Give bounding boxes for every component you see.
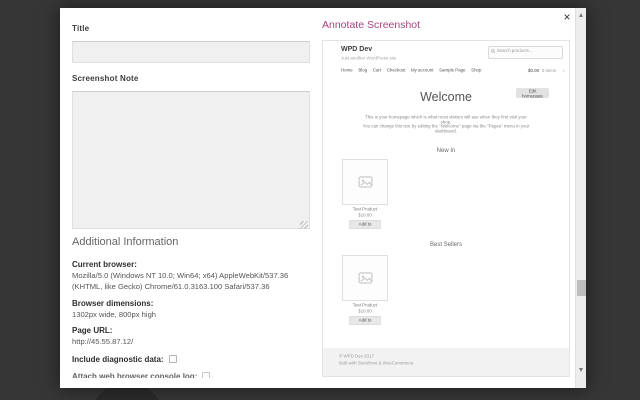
image-placeholder-icon	[357, 272, 373, 284]
scroll-down-icon[interactable]	[579, 368, 583, 372]
diagnostic-data-row: Include diagnostic data:	[72, 355, 177, 364]
preview-add-to-cart-label: Add to cart	[358, 318, 372, 324]
preview-welcome-heading: Welcome	[420, 90, 472, 104]
title-input[interactable]	[72, 41, 310, 63]
preview-section-new-in-heading: New In	[436, 148, 456, 154]
additional-information-heading: Additional Information	[72, 236, 179, 248]
preview-cart-summary: $0.00 0 items	[528, 68, 565, 74]
preview-product-card	[342, 255, 388, 301]
preview-cart-count: 0 items	[541, 68, 557, 74]
page-url-label: Page URL:	[72, 326, 113, 335]
browser-dimensions-label: Browser dimensions:	[72, 299, 154, 308]
preview-product-card	[342, 159, 388, 205]
preview-nav-checkout: Checkout	[386, 68, 406, 73]
note-label: Screenshot Note	[72, 74, 139, 83]
preview-search-placeholder: Search products…	[496, 48, 534, 54]
console-log-label: Attach web browser console log:	[72, 372, 198, 378]
preview-nav-menu: Home Blog Cart Checkout My account Sampl…	[341, 68, 481, 73]
console-log-row: Attach web browser console log:	[72, 372, 211, 378]
screenshot-preview-canvas[interactable]: WPD Dev Just another WordPress site Sear…	[322, 40, 570, 377]
preview-nav-my-account: My account	[410, 68, 434, 73]
preview-product-name: Test Product	[352, 207, 378, 212]
close-icon[interactable]: ×	[560, 10, 574, 24]
console-log-checkbox[interactable]	[202, 372, 211, 378]
preview-section-best-sellers-heading: Best Sellers	[429, 242, 462, 248]
preview-footer: © WPD Dev 2017 Built with Storefront & W…	[323, 348, 569, 376]
current-browser-label: Current browser:	[72, 260, 137, 269]
search-icon	[491, 48, 496, 53]
preview-product-price: $10.00	[358, 309, 372, 314]
browser-dimensions-value: 1302px wide, 800px high	[72, 310, 157, 319]
preview-product-price: $10.00	[358, 213, 372, 218]
additional-information-section: Additional Information Current browser: …	[72, 236, 318, 388]
preview-site-tagline: Just another WordPress site	[341, 56, 397, 61]
current-browser-value: Mozilla/5.0 (Windows NT 10.0; Win64; x64…	[72, 271, 289, 291]
preview-product-name: Test Product	[352, 303, 378, 308]
preview-add-to-cart-button: Add to cart	[349, 316, 381, 325]
image-placeholder-icon	[357, 176, 373, 188]
preview-add-to-cart-label: Add to cart	[358, 222, 372, 228]
preview-add-to-cart-button: Add to cart	[349, 220, 381, 229]
page-url-value: http://45.55.87.12/	[72, 337, 134, 346]
preview-search-box: Search products…	[488, 46, 563, 59]
preview-welcome-line2: You can change this text by editing the …	[362, 124, 530, 134]
preview-nav-sample-page: Sample Page	[439, 68, 466, 73]
preview-nav-blog: Blog	[358, 68, 368, 73]
title-label: Title	[72, 24, 90, 33]
diagnostic-data-checkbox[interactable]	[168, 355, 177, 363]
annotate-screenshot-link[interactable]: Annotate Screenshot	[322, 19, 420, 31]
preview-nav-cart: Cart	[372, 68, 382, 73]
screenshot-note-input[interactable]	[72, 91, 310, 229]
cart-icon	[563, 70, 565, 72]
feedback-dialog: Title Screenshot Note Additional Informa…	[60, 8, 586, 388]
preview-site-title: WPD Dev	[341, 46, 373, 53]
dialog-scrollbar[interactable]	[575, 8, 586, 388]
preview-nav-home: Home	[341, 68, 353, 73]
resize-handle-icon[interactable]	[300, 221, 308, 229]
scroll-up-icon[interactable]	[579, 13, 583, 17]
diagnostic-data-label: Include diagnostic data:	[72, 355, 164, 364]
preview-cart-total: $0.00	[528, 68, 540, 74]
preview-nav-shop: Shop	[471, 68, 482, 73]
preview-footer-copyright: © WPD Dev 2017	[339, 354, 374, 359]
scrollbar-thumb[interactable]	[577, 280, 586, 296]
preview-footer-credit: Built with Storefront & WooCommerce.	[339, 361, 415, 366]
